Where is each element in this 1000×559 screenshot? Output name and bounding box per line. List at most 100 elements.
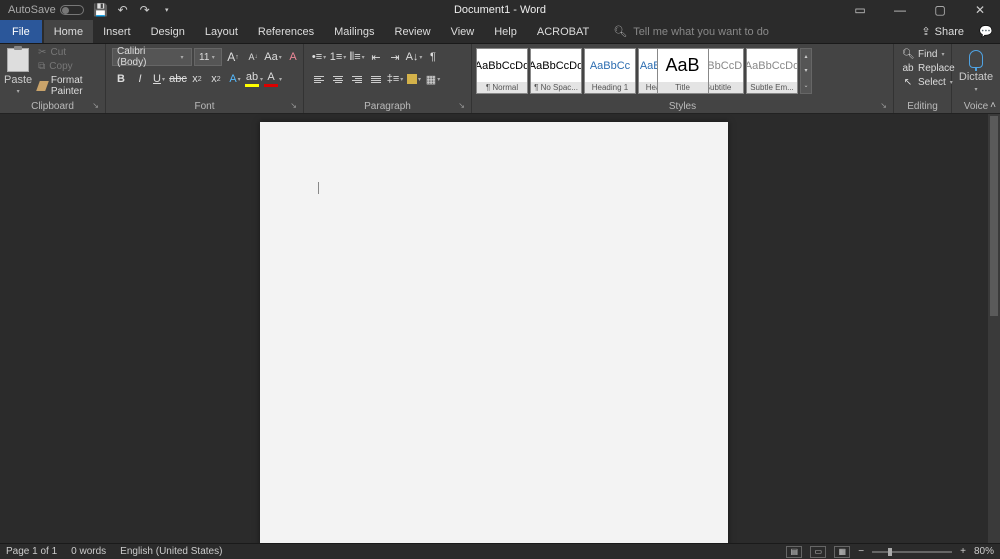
cut-button[interactable]: ✂Cut (36, 46, 101, 59)
increase-indent-button[interactable]: ⇥ (386, 48, 404, 66)
style-preview: AaB (658, 49, 708, 82)
underline-button[interactable]: U (150, 70, 168, 88)
justify-button[interactable] (367, 70, 385, 88)
shrink-font-button[interactable]: A↓ (244, 48, 262, 66)
status-language[interactable]: English (United States) (120, 546, 222, 557)
minimize-icon[interactable]: — (880, 0, 920, 20)
borders-button[interactable]: ▦ (424, 70, 442, 88)
zoom-knob[interactable] (888, 548, 892, 556)
font-name-combo[interactable]: Calibri (Body)▾ (112, 48, 192, 66)
ribbon-options-icon[interactable]: ▭ (840, 0, 880, 20)
style-preview: AaBbCcDd (477, 49, 527, 82)
find-button[interactable]: 🔍︎Find▾ (900, 48, 957, 61)
subscript-button[interactable]: x2 (188, 70, 206, 88)
italic-button[interactable]: I (131, 70, 149, 88)
paragraph-launcher-icon[interactable]: ↘ (458, 101, 465, 110)
align-left-button[interactable] (310, 70, 328, 88)
read-mode-icon[interactable]: ▤ (786, 546, 802, 558)
web-layout-icon[interactable]: ▦ (834, 546, 850, 558)
zoom-out-button[interactable]: − (858, 546, 864, 557)
highlight-button[interactable]: ab (245, 70, 263, 88)
style-preview: AaBbCcDd (747, 49, 797, 82)
dictate-button[interactable]: Dictate ▾ (956, 46, 996, 93)
undo-icon[interactable]: ↶ (116, 3, 130, 17)
font-color-button[interactable]: A (264, 70, 282, 88)
font-size-value: 11 (199, 52, 209, 63)
tab-home[interactable]: Home (44, 20, 93, 43)
copy-label: Copy (49, 61, 72, 72)
select-label: Select (918, 77, 946, 88)
share-button[interactable]: ⇪ Share (913, 20, 972, 43)
bullets-button[interactable]: •≡ (310, 48, 328, 66)
change-case-button[interactable]: Aa (264, 48, 282, 66)
sort-button[interactable]: A↓ (405, 48, 423, 66)
styles-gallery-more[interactable]: ▴▾⌄ (800, 48, 812, 94)
document-area[interactable] (0, 114, 988, 543)
grow-font-button[interactable]: A↑ (224, 48, 242, 66)
decrease-indent-button[interactable]: ⇤ (367, 48, 385, 66)
autosave-label: AutoSave (8, 4, 56, 16)
strikethrough-button[interactable]: abc (169, 70, 187, 88)
print-layout-icon[interactable]: ▭ (810, 546, 826, 558)
font-launcher-icon[interactable]: ↘ (290, 101, 297, 110)
align-center-button[interactable] (329, 70, 347, 88)
maximize-icon[interactable]: ▢ (920, 0, 960, 20)
style-label: ¶ Normal (477, 82, 527, 93)
tab-mailings[interactable]: Mailings (324, 20, 384, 43)
superscript-button[interactable]: x2 (207, 70, 225, 88)
editing-group-label: Editing (898, 99, 947, 113)
save-icon[interactable]: 💾 (94, 3, 108, 17)
autosave-toggle[interactable] (60, 5, 84, 15)
paste-label: Paste (4, 74, 32, 86)
font-size-combo[interactable]: 11▾ (194, 48, 222, 66)
vertical-scrollbar[interactable] (988, 114, 1000, 543)
redo-icon[interactable]: ↷ (138, 3, 152, 17)
multilevel-list-button[interactable]: ⦀≡ (348, 48, 366, 66)
tab-file[interactable]: File (0, 20, 42, 43)
style-label: Heading 1 (585, 82, 635, 93)
tab-insert[interactable]: Insert (93, 20, 141, 43)
tab-layout[interactable]: Layout (195, 20, 248, 43)
collapse-ribbon-icon[interactable]: ˄ (990, 100, 996, 111)
status-page[interactable]: Page 1 of 1 (6, 546, 57, 557)
tellme-search[interactable]: 🔍︎ Tell me what you want to do (613, 20, 769, 43)
copy-button[interactable]: ⧉Copy (36, 60, 101, 73)
text-effects-button[interactable]: A (226, 70, 244, 88)
style-no-spacing[interactable]: AaBbCcDd¶ No Spac... (530, 48, 582, 94)
tab-review[interactable]: Review (385, 20, 441, 43)
select-button[interactable]: ↖Select▾ (900, 76, 957, 89)
line-spacing-button[interactable]: ‡≡ (386, 70, 404, 88)
styles-launcher-icon[interactable]: ↘ (880, 101, 887, 110)
clear-formatting-button[interactable]: A (284, 48, 302, 66)
bold-button[interactable]: B (112, 70, 130, 88)
shading-button[interactable] (405, 70, 423, 88)
tab-design[interactable]: Design (141, 20, 195, 43)
tab-help[interactable]: Help (484, 20, 527, 43)
qat-more-icon[interactable]: ▾ (160, 3, 174, 17)
zoom-in-button[interactable]: + (960, 546, 966, 557)
style-title[interactable]: AaBTitle (657, 48, 709, 94)
style-label: Title (658, 82, 708, 93)
show-marks-button[interactable]: ¶ (424, 48, 442, 66)
style-subtle-emphasis[interactable]: AaBbCcDdSubtle Em... (746, 48, 798, 94)
style-normal[interactable]: AaBbCcDd¶ Normal (476, 48, 528, 94)
tab-references[interactable]: References (248, 20, 324, 43)
replace-button[interactable]: abReplace (900, 62, 957, 75)
scrollbar-thumb[interactable] (990, 116, 998, 316)
zoom-level[interactable]: 80% (974, 546, 994, 557)
zoom-slider[interactable] (872, 551, 952, 553)
status-words[interactable]: 0 words (71, 546, 106, 557)
style-label: Subtle Em... (747, 82, 797, 93)
style-preview: AaBbCc (585, 49, 635, 82)
page[interactable] (260, 122, 728, 543)
tab-view[interactable]: View (441, 20, 485, 43)
tab-acrobat[interactable]: ACROBAT (527, 20, 599, 43)
style-heading-1[interactable]: AaBbCcHeading 1 (584, 48, 636, 94)
close-icon[interactable]: ✕ (960, 0, 1000, 20)
format-painter-button[interactable]: Format Painter (36, 74, 101, 98)
align-right-button[interactable] (348, 70, 366, 88)
numbering-button[interactable]: 1≡ (329, 48, 347, 66)
paste-button[interactable]: Paste ▾ (4, 46, 32, 95)
comments-icon[interactable]: 💬 (972, 20, 1000, 43)
clipboard-launcher-icon[interactable]: ↘ (92, 101, 99, 110)
